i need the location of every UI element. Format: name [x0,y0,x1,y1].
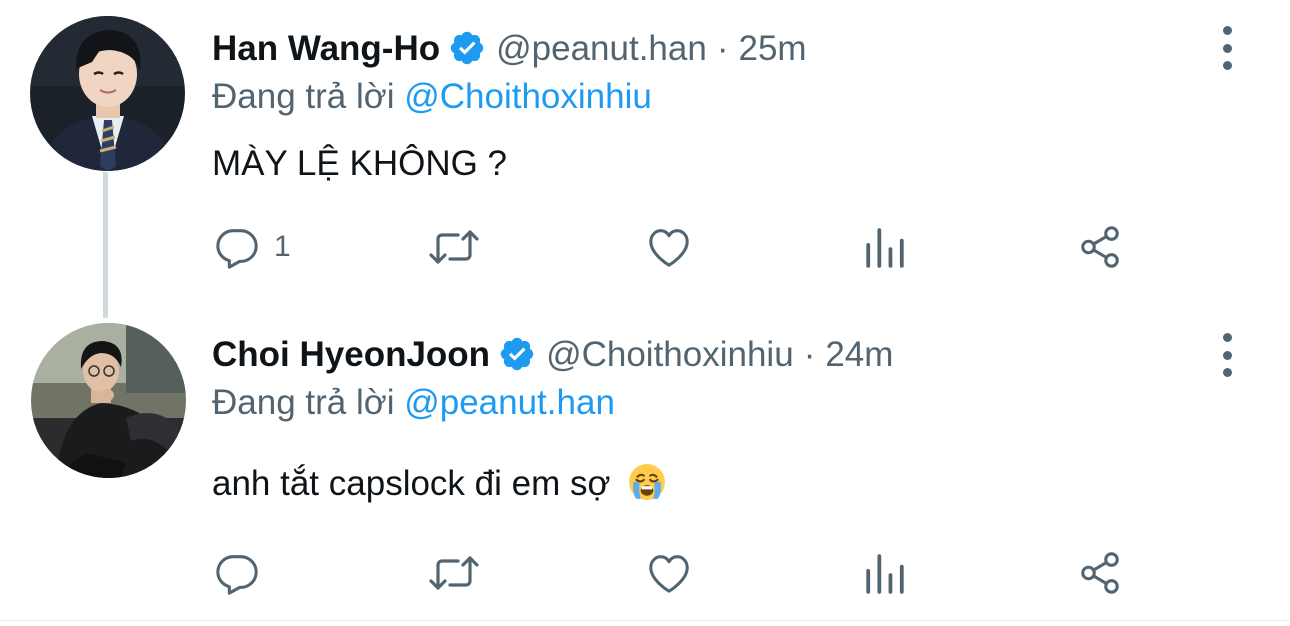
reply-button[interactable]: 1 [214,224,291,270]
share-icon [1081,552,1119,594]
replying-to-label: Đang trả lời [212,77,395,116]
mention-link[interactable]: @peanut.han [404,383,615,422]
avatar-choi-hyeonjoon[interactable] [31,323,186,478]
thread-connector-line [103,172,108,318]
user-handle[interactable]: @Choithoxinhiu [546,337,794,372]
retweet-button[interactable] [428,226,480,268]
separator-dot: · [716,28,729,68]
views-button[interactable] [864,226,906,268]
tweet-2-header: Choi HyeonJoon @Choithoxinhiu · 24m [212,335,893,373]
tweet-text-container: anh tắt capslock đi em sợ [212,463,666,507]
more-options-icon[interactable] [1215,333,1239,377]
avatar-han-wang-ho[interactable] [30,16,185,171]
heart-icon [649,229,689,267]
more-options-icon[interactable] [1215,26,1239,70]
share-icon [1081,226,1119,268]
heart-icon [649,555,689,593]
like-button[interactable] [646,225,692,269]
verified-badge-icon [498,335,536,373]
retweet-button[interactable] [428,552,480,594]
views-button[interactable] [864,552,906,594]
tweet-text: MÀY LỆ KHÔNG ? [212,144,508,183]
bar-chart-icon [866,228,904,268]
crying-emoji-icon [628,463,666,507]
like-button[interactable] [646,551,692,595]
user-handle[interactable]: @peanut.han [496,31,707,66]
display-name[interactable]: Choi HyeonJoon [212,337,490,372]
separator-dot: · [803,334,816,374]
replying-to: Đang trả lời @Choithoxinhiu [212,79,652,114]
share-button[interactable] [1077,550,1123,596]
verified-badge-icon [448,29,486,67]
reply-icon [216,555,258,595]
timestamp[interactable]: 25m [738,31,806,66]
reply-button[interactable] [214,550,274,596]
retweet-icon [429,230,479,264]
reply-count: 1 [274,230,291,263]
retweet-icon [429,556,479,590]
bar-chart-icon [866,554,904,594]
replying-to: Đang trả lời @peanut.han [212,385,615,420]
bottom-divider [0,620,1290,621]
tweet-text: anh tắt capslock đi em sợ [212,464,611,503]
timestamp[interactable]: 24m [825,337,893,372]
mention-link[interactable]: @Choithoxinhiu [404,77,652,116]
display-name[interactable]: Han Wang-Ho [212,31,440,66]
replying-to-label: Đang trả lời [212,383,395,422]
tweet-1-header: Han Wang-Ho @peanut.han · 25m [212,29,807,67]
reply-icon [216,229,258,269]
share-button[interactable] [1077,224,1123,270]
